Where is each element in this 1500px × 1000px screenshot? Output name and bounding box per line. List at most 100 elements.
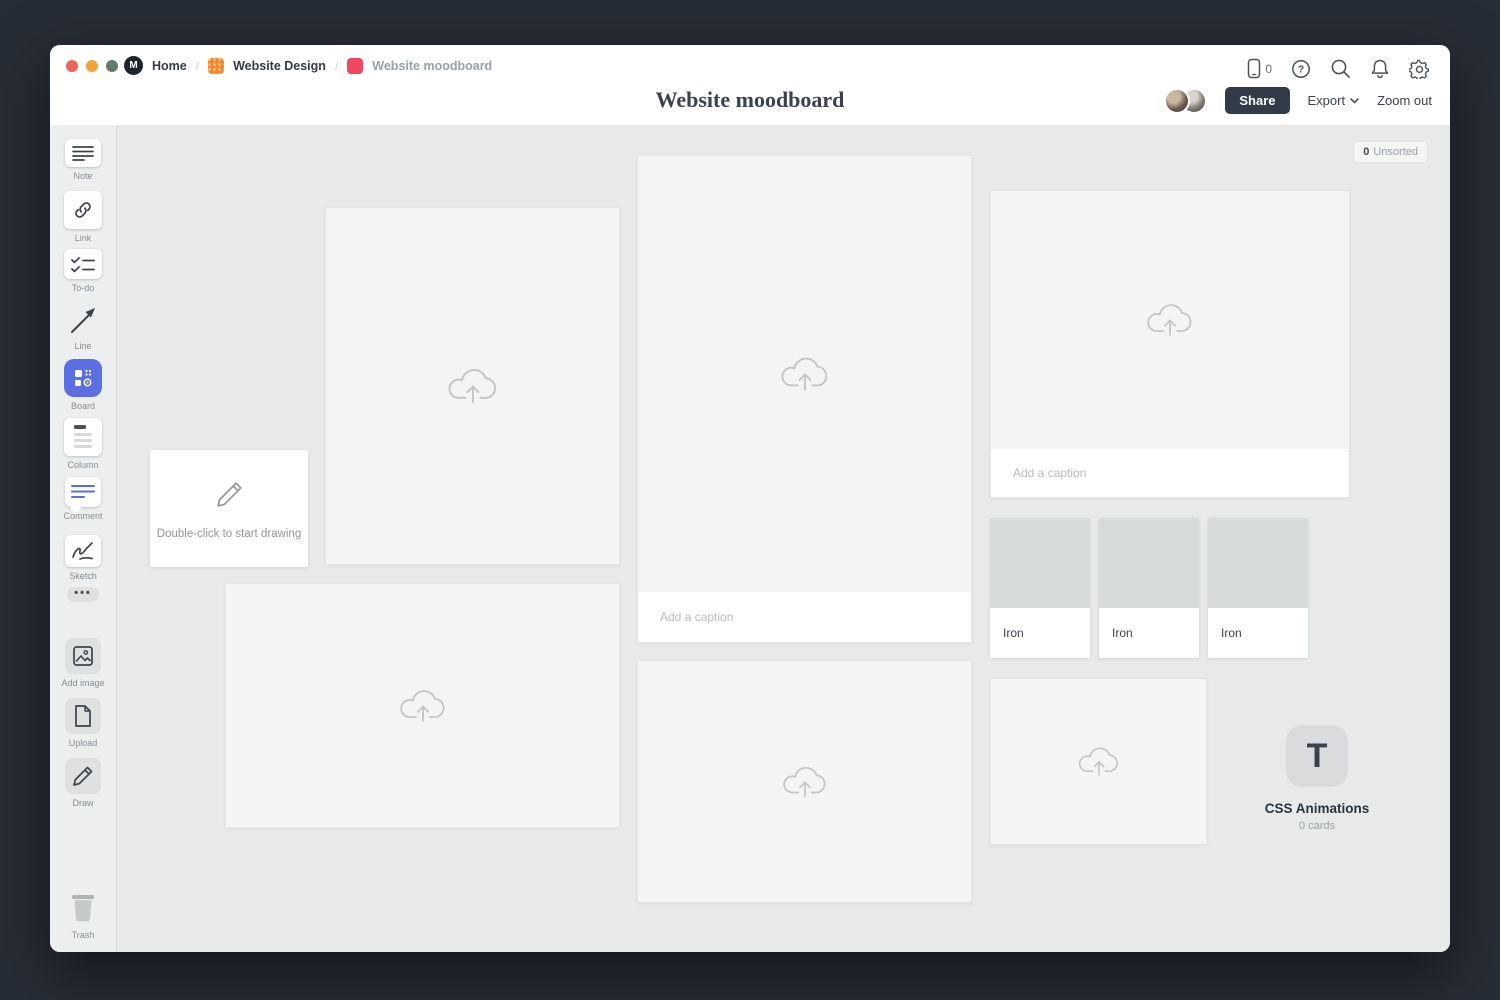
color-swatch-card[interactable]: Iron [1099,518,1199,658]
tool-label: Upload [69,738,98,748]
minimize-window-button[interactable] [86,60,98,72]
tool-label: Draw [72,798,93,808]
unsorted-badge[interactable]: 0 Unsorted [1353,141,1428,163]
toolbar-sidebar: Note Link To-do [50,125,117,952]
tool-board-selected[interactable]: Board [50,359,116,411]
unsorted-count: 0 [1363,146,1369,158]
moodboard-canvas[interactable]: 0 Unsorted Double-click to start drawing [117,125,1450,952]
nested-board-card[interactable]: T CSS Animations 0 cards [1237,725,1397,832]
tool-trash[interactable]: Trash [50,888,116,940]
breadcrumb-separator: / [196,59,199,73]
window-controls [66,60,118,72]
tool-label: To-do [72,283,95,293]
collaborator-avatars [1164,88,1207,114]
tool-label: Column [67,460,98,470]
breadcrumb-separator: / [335,59,338,73]
swatch-color [990,518,1090,608]
tool-comment[interactable]: Comment [50,477,116,521]
unsorted-label: Unsorted [1373,146,1418,158]
moodboard-icon[interactable] [347,58,363,74]
notifications-button[interactable] [1370,58,1390,79]
tool-todo[interactable]: To-do [50,249,116,293]
header-icon-cluster: 0 ? [1247,58,1430,79]
search-button[interactable] [1330,58,1351,79]
color-swatch-card[interactable]: Iron [1208,518,1308,658]
app-window: M Home / Website Design / Website moodbo… [50,45,1450,952]
tool-sketch[interactable]: Sketch [50,535,116,581]
image-card-with-caption[interactable]: Add a caption [637,155,972,643]
bell-icon [1370,58,1390,79]
caption-input[interactable]: Add a caption [991,449,1349,497]
image-upload-area[interactable] [638,156,971,592]
image-upload-placeholder[interactable] [225,583,620,828]
export-label: Export [1308,93,1346,108]
close-window-button[interactable] [66,60,78,72]
cloud-upload-icon [780,761,830,803]
help-button[interactable]: ? [1291,59,1311,79]
todo-icon [71,256,95,273]
tool-label: Link [75,233,92,243]
swatch-color [1208,518,1308,608]
image-upload-area[interactable] [991,191,1349,449]
column-icon [71,424,95,450]
breadcrumb-project[interactable]: Website Design [233,59,326,73]
tool-line[interactable]: Line [50,303,116,351]
avatar[interactable] [1164,88,1190,114]
ellipsis-icon: ••• [67,587,99,602]
project-board-icon[interactable] [208,58,224,74]
svg-text:?: ? [1298,63,1304,75]
image-card-with-caption[interactable]: Add a caption [990,190,1350,498]
breadcrumb: M Home / Website Design / Website moodbo… [124,56,492,75]
board-title: CSS Animations [1237,801,1397,816]
content: Note Link To-do [50,125,1450,952]
app-logo-icon[interactable]: M [124,56,143,75]
tool-draw[interactable]: Draw [50,758,116,808]
zoom-out-button[interactable]: Zoom out [1377,93,1432,108]
tool-label: Comment [63,511,102,521]
color-swatch-card[interactable]: Iron [990,518,1090,658]
maximize-window-button[interactable] [106,60,118,72]
sketch-icon [71,541,95,561]
image-upload-placeholder[interactable] [325,207,620,565]
tool-column[interactable]: Column [50,418,116,470]
settings-button[interactable] [1409,58,1430,79]
breadcrumb-current: Website moodboard [372,59,492,73]
drawing-card[interactable]: Double-click to start drawing [150,450,308,567]
image-upload-placeholder[interactable] [990,678,1207,845]
tool-label: Add image [61,678,104,688]
tool-label: Note [73,171,92,181]
tool-label: Line [74,341,91,351]
tool-more[interactable]: ••• [50,587,116,602]
tool-label: Trash [72,930,95,940]
mobile-device-button[interactable]: 0 [1247,58,1272,79]
image-upload-placeholder[interactable] [637,660,972,903]
export-button[interactable]: Export [1308,93,1360,108]
board-card-count: 0 cards [1237,820,1397,832]
tool-upload[interactable]: Upload [50,698,116,748]
pencil-icon [212,478,246,512]
note-icon [72,145,94,161]
document-icon [73,704,93,728]
breadcrumb-home[interactable]: Home [152,59,187,73]
tool-add-image[interactable]: Add image [50,638,116,688]
tool-note[interactable]: Note [50,139,116,181]
cloud-upload-icon [778,351,832,397]
gear-icon [1409,58,1430,79]
board-icon [73,368,93,388]
swatch-label: Iron [1208,608,1308,658]
header: M Home / Website Design / Website moodbo… [50,45,1450,125]
tool-label: Sketch [69,571,97,581]
pencil-icon [72,765,94,787]
swatch-label: Iron [1099,608,1199,658]
header-actions: Share Export Zoom out [1164,87,1432,114]
caption-input[interactable]: Add a caption [638,592,971,642]
cloud-upload-icon [445,362,501,410]
trash-icon [68,891,98,923]
phone-icon [1247,58,1261,79]
link-icon [72,199,94,221]
tool-link[interactable]: Link [50,191,116,243]
image-icon [72,645,94,667]
share-button[interactable]: Share [1225,87,1289,114]
device-count: 0 [1265,62,1272,76]
cloud-upload-icon [1144,298,1196,342]
